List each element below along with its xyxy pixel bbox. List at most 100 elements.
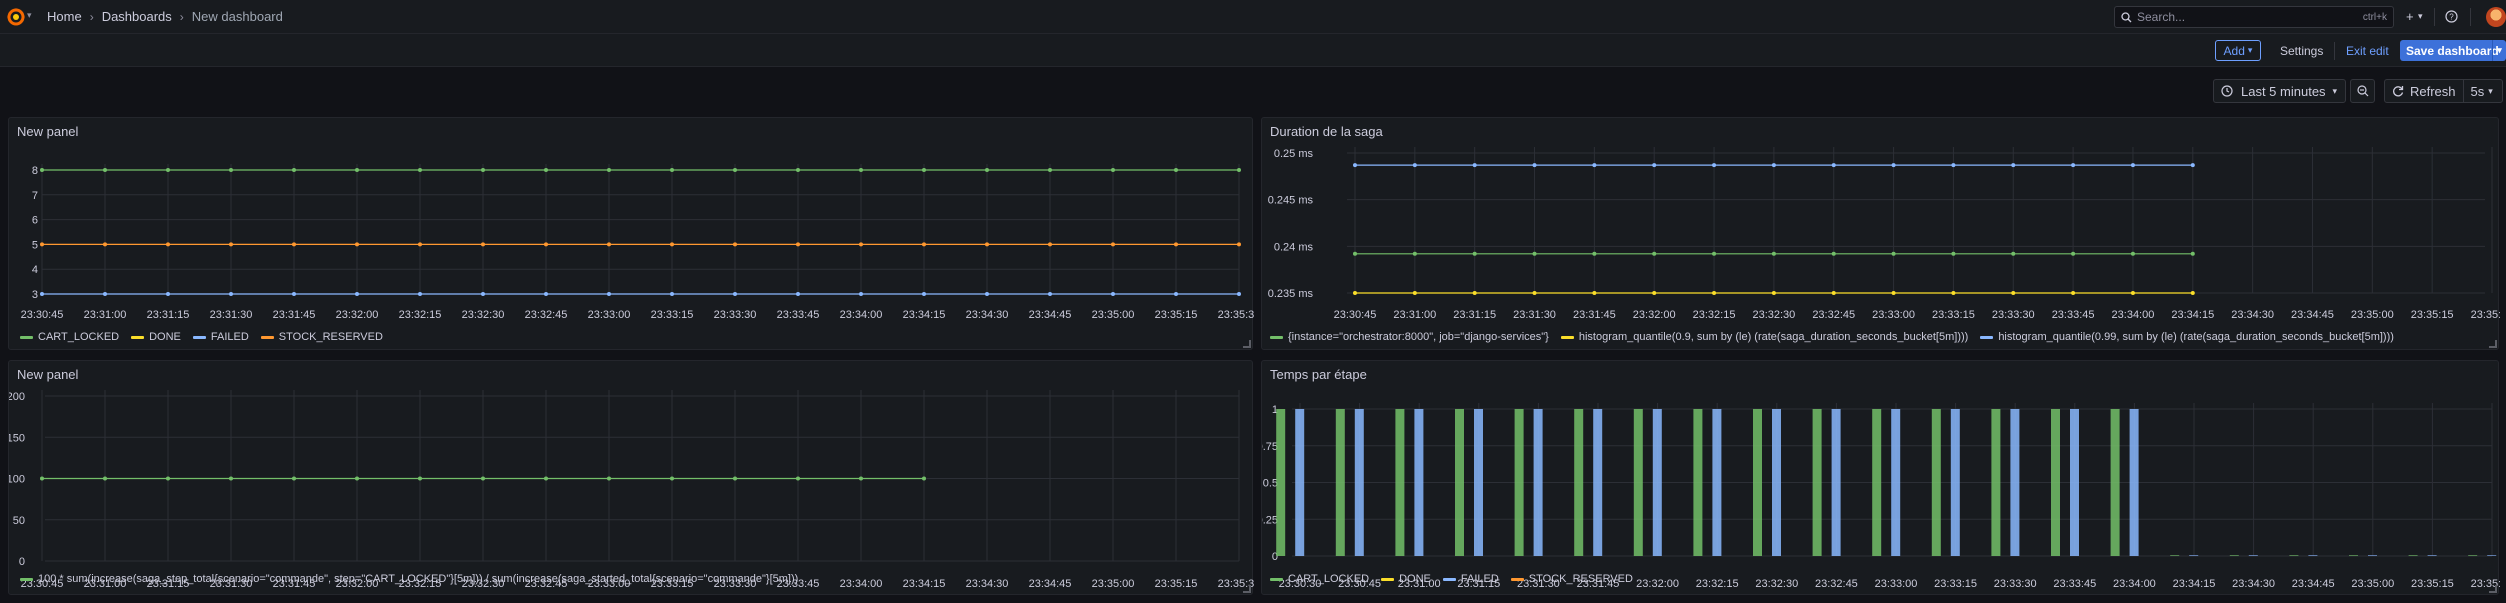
grafana-logo-icon[interactable] [6,7,26,27]
data-point [1111,242,1115,247]
duration-line-chart: 0.235 ms 0.24 ms 0.245 ms 0.25 ms 23:30:45 23… [1268,147,2500,321]
add-button[interactable]: Add ▾ [2215,40,2261,61]
refresh-interval-chevron-down-icon[interactable]: ▾ [2488,86,2493,97]
x-tick-label: 23:34:30 [2231,309,2274,321]
panel-new-panel-ratio[interactable]: New panel 0 50 100 150 200 23:30:45 23:31:00 23… [8,360,1254,595]
data-point [1891,163,1896,168]
legend-item[interactable]: CART_LOCKED [20,331,119,343]
data-point [2190,251,2195,256]
bar [2189,555,2199,556]
legend-item[interactable]: FAILED [1442,573,1499,585]
x-tick-label: 23:35:15 [2411,309,2454,321]
legend-swatch [1560,335,1574,339]
bar [2010,409,2020,556]
bar [1593,409,1603,556]
data-point [1048,292,1052,296]
legend-item[interactable]: STOCK_RESERVED [1510,573,1633,585]
x-tick-label: 23:32:30 [1755,578,1798,590]
time-range-picker[interactable]: Last 5 minutes ▾ [2213,79,2346,103]
data-point [481,168,485,172]
data-point [229,168,233,172]
bar [2468,555,2478,556]
x-tick-label: 23:33:30 [1994,578,2037,590]
x-tick-label: 23:32:45 [1815,578,1858,590]
bar [2051,409,2060,556]
data-point [292,292,296,296]
x-tick-label: 23:33:00 [1872,309,1915,321]
bar [2427,555,2437,556]
x-tick-label: 23:31:30 [210,309,253,321]
data-point [40,292,44,296]
refresh-button[interactable]: Refresh [2410,84,2456,99]
panel-temps-par-etape[interactable]: Temps par étape 00.250.50.75123:30:3023:… [1261,360,2500,595]
user-avatar[interactable] [2486,7,2506,27]
new-chevron-down-icon[interactable]: ▾ [2418,11,2423,22]
refresh-interval[interactable]: 5s [2471,84,2485,99]
data-point [1951,163,1956,168]
bar [1950,409,1960,556]
legend-swatch [20,335,33,339]
refresh-icon[interactable] [2392,85,2404,97]
data-point [166,476,170,481]
legend-label: 100 * sum(increase(saga_step_total{scena… [38,573,799,585]
x-tick-label: 23:31:45 [1573,309,1616,321]
breadcrumb-current: New dashboard [191,9,283,24]
data-point [1353,251,1357,256]
legend-label: histogram_quantile(0.99, sum by (le) (ra… [1998,331,2394,343]
data-point [733,242,737,247]
exit-edit-button[interactable]: Exit edit [2340,40,2395,61]
x-tick-label: 23:35:15 [1155,578,1198,590]
x-tick-label: 23:33:00 [588,309,631,321]
legend-item[interactable]: FAILED [192,331,249,343]
panel-duration-saga[interactable]: Duration de la saga 0.235 ms 0.24 ms 0.245… [1261,117,2500,350]
x-tick-label: 23:32:00 [1633,309,1676,321]
data-point [40,476,44,481]
data-point [544,476,548,481]
data-point [1412,251,1417,256]
new-plus-icon[interactable]: + [2406,9,2414,24]
dashboard-edit-toolbar [0,34,2506,67]
breadcrumb-dashboards[interactable]: Dashboards [102,9,172,24]
bar [1872,409,1882,556]
legend-item[interactable]: CART_LOCKED [1270,573,1369,585]
legend-item[interactable]: DONE [1381,573,1431,585]
panel-new-panel-states[interactable]: New panel 3 4 5 6 7 8 23:30:45 23:31:00 23:31:15… [8,117,1254,350]
panel-resize-handle[interactable] [2489,585,2497,593]
bar [1633,409,1643,556]
bar [1753,409,1762,556]
x-tick-label: 23:32:15 [1696,578,1739,590]
bar [1712,409,1722,556]
data-point [292,242,296,247]
legend-item[interactable]: histogram_quantile(0.99, sum by (le) (ra… [1980,331,2394,343]
breadcrumb-home[interactable]: Home [47,9,82,24]
legend-item[interactable]: STOCK_RESERVED [260,331,383,343]
data-point [1771,291,1776,295]
panel-resize-handle[interactable] [1243,585,1251,593]
legend-swatch [260,335,274,339]
legend-swatch [1381,577,1395,581]
panel-resize-handle[interactable] [2489,340,2497,348]
legend-item[interactable]: {instance="orchestrator:8000", job="djan… [1270,331,1549,343]
legend-swatch [131,335,145,339]
data-point [796,292,800,296]
x-tick-label: 23:33:15 [1934,578,1977,590]
legend-item[interactable]: 100 * sum(increase(saga_step_total{scena… [20,573,798,585]
time-range-label: Last 5 minutes [2241,83,2326,99]
data-point [1712,163,1717,168]
add-chevron-down-icon: ▾ [2247,45,2253,55]
help-icon[interactable]: ? [2445,10,2458,23]
x-tick-label: 23:33:45 [2053,578,2096,590]
legend-item[interactable]: DONE [131,331,181,343]
logo-menu-chevron-icon[interactable]: ▾ [27,10,32,21]
save-dashboard-button[interactable]: Save dashboard ▾ [2400,40,2506,61]
zoom-out-button[interactable] [2350,79,2375,103]
settings-button[interactable]: Settings [2274,40,2329,61]
save-chevron-down-icon[interactable]: ▾ [2492,40,2506,61]
bar [2308,555,2318,556]
legend-item[interactable]: histogram_quantile(0.9, sum by (le) (rat… [1560,331,1968,343]
panel-resize-handle[interactable] [1243,340,1251,348]
panel-legend: CART_LOCKED DONE FAILED STOCK_RESERVED [1270,573,1633,585]
save-dashboard-label: Save dashboard [2406,43,2499,58]
search-input[interactable]: Search... ctrl+k [2114,6,2394,28]
bar [1514,409,1524,556]
